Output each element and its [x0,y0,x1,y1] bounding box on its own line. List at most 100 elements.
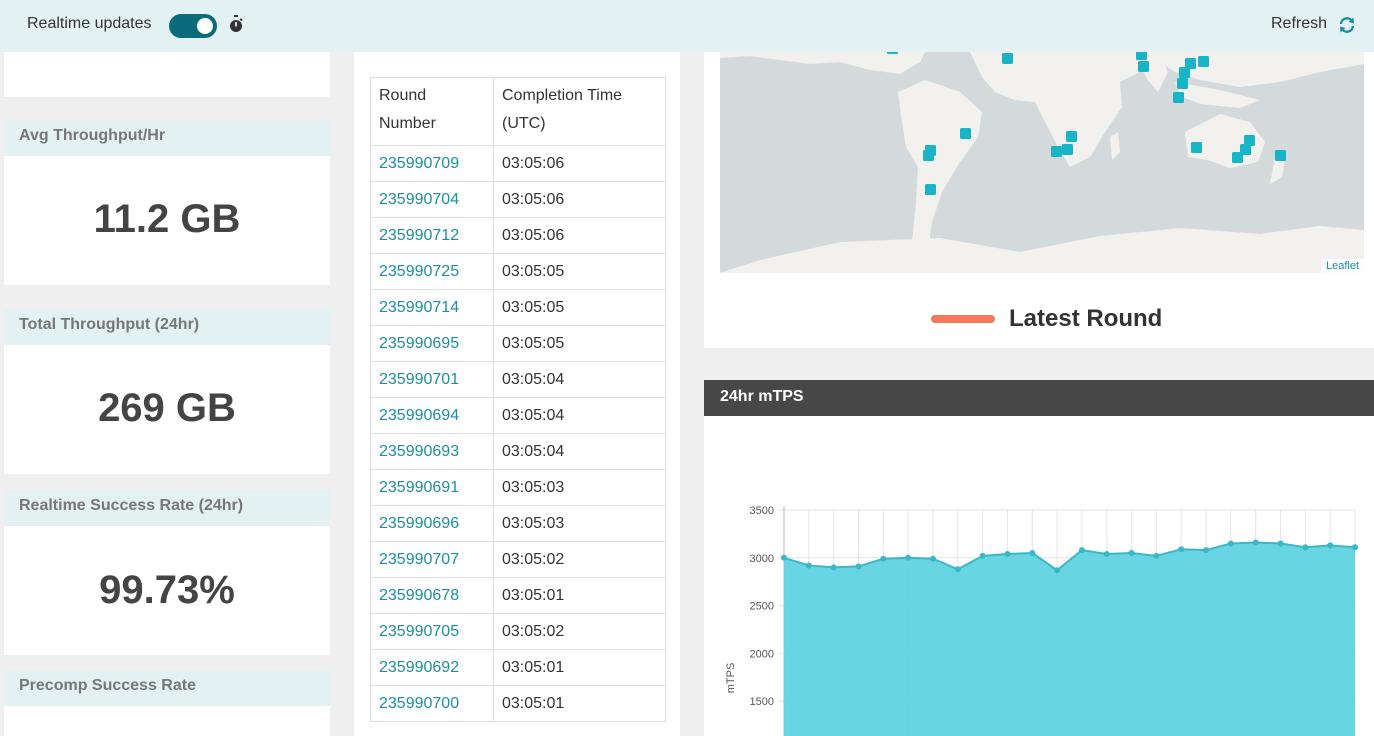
data-point[interactable] [830,564,837,571]
refresh-label[interactable]: Refresh [1271,15,1327,33]
data-point[interactable] [979,552,986,559]
data-point[interactable] [954,566,961,573]
table-row: 235990694 03:05:04 [370,397,666,434]
round-number-link[interactable]: 235990678 [370,577,494,614]
top-bar: Realtime updates Refresh [0,0,1374,52]
table-row: 235990725 03:05:05 [370,253,666,290]
data-point[interactable] [880,555,887,562]
chart-title: 24hr mTPS [704,380,1374,416]
data-point[interactable] [1352,544,1358,551]
precomp-success-card [4,706,330,736]
data-point[interactable] [1178,546,1185,553]
completion-time-cell: 03:05:01 [493,685,666,722]
data-point[interactable] [1302,544,1309,551]
table-row: 235990678 03:05:01 [370,577,666,614]
node-marker[interactable] [1191,142,1202,153]
node-marker[interactable] [923,150,934,161]
latest-round-legend-label: Latest Round [1009,305,1163,332]
round-number-link[interactable]: 235990704 [370,181,494,218]
refresh-icon[interactable] [1338,16,1356,34]
completion-time-cell: 03:05:01 [493,577,666,614]
table-row: 235990695 03:05:05 [370,325,666,362]
node-marker[interactable] [1177,78,1188,89]
node-marker[interactable] [1066,131,1077,142]
data-point[interactable] [1054,567,1061,574]
node-marker[interactable] [887,52,898,54]
data-point[interactable] [805,562,812,569]
data-point[interactable] [781,554,787,561]
data-point[interactable] [1103,550,1110,557]
round-number-link[interactable]: 235990700 [370,685,494,722]
round-number-link[interactable]: 235990701 [370,361,494,398]
table-row: 235990714 03:05:05 [370,289,666,326]
stat-card-top-remnant [4,52,330,97]
completion-time-cell: 03:05:03 [493,505,666,542]
round-number-link[interactable]: 235990714 [370,289,494,326]
node-marker[interactable] [1062,144,1073,155]
realtime-success-value: 99.73% [99,568,235,612]
data-point[interactable] [929,555,936,562]
leaflet-attribution[interactable]: Leaflet [1320,259,1364,273]
y-tick-label: 2500 [750,601,774,613]
node-marker[interactable] [1051,146,1062,157]
y-tick-label: 1500 [750,696,774,708]
data-point[interactable] [1128,550,1135,557]
data-point[interactable] [1153,552,1160,559]
node-marker[interactable] [1232,152,1243,163]
table-row: 235990696 03:05:03 [370,505,666,542]
round-number-link[interactable]: 235990695 [370,325,494,362]
data-point[interactable] [1227,540,1234,547]
stopwatch-icon [230,15,243,32]
round-number-link[interactable]: 235990725 [370,253,494,290]
node-marker[interactable] [1179,67,1190,78]
node-marker[interactable] [1173,92,1184,103]
precomp-success-title: Precomp Success Rate [4,670,330,706]
round-number-link[interactable]: 235990692 [370,649,494,686]
completion-time-cell: 03:05:06 [493,217,666,254]
node-marker[interactable] [960,128,971,139]
y-tick-label: 2000 [750,648,774,660]
round-number-link[interactable]: 235990694 [370,397,494,434]
completion-time-cell: 03:05:04 [493,397,666,434]
y-axis-label: mTPS [725,663,737,694]
y-tick-label: 3000 [750,553,774,565]
round-number-link[interactable]: 235990707 [370,541,494,578]
data-point[interactable] [1029,550,1036,557]
round-number-link[interactable]: 235990705 [370,613,494,650]
round-number-link[interactable]: 235990691 [370,469,494,506]
table-row: 235990704 03:05:06 [370,181,666,218]
world-map[interactable] [720,52,1364,273]
data-point[interactable] [1252,539,1259,546]
table-row: 235990707 03:05:02 [370,541,666,578]
completion-time-cell: 03:05:04 [493,433,666,470]
completion-time-cell: 03:05:02 [493,541,666,578]
round-number-link[interactable]: 235990693 [370,433,494,470]
node-marker[interactable] [1002,53,1013,64]
completion-time-cell: 03:05:04 [493,361,666,398]
node-marker[interactable] [1138,61,1149,72]
table-row: 235990692 03:05:01 [370,649,666,686]
completion-time-cell: 03:05:05 [493,325,666,362]
node-marker[interactable] [925,184,936,195]
round-number-link[interactable]: 235990709 [370,145,494,182]
data-point[interactable] [855,563,862,570]
completion-time-cell: 03:05:01 [493,649,666,686]
toggle-knob [197,18,213,34]
data-point[interactable] [1327,542,1334,549]
completion-time-cell: 03:05:02 [493,613,666,650]
data-point[interactable] [1078,547,1085,554]
data-point[interactable] [1277,540,1284,547]
round-number-link[interactable]: 235990712 [370,217,494,254]
rounds-table: Round Number Completion Time (UTC) 23599… [370,77,666,722]
node-marker[interactable] [1198,56,1209,67]
table-row: 235990712 03:05:06 [370,217,666,254]
node-marker[interactable] [1136,52,1147,60]
node-marker[interactable] [1275,150,1286,161]
data-point[interactable] [905,554,912,561]
data-point[interactable] [1004,550,1011,557]
completion-time-cell: 03:05:06 [493,181,666,218]
round-number-link[interactable]: 235990696 [370,505,494,542]
table-row: 235990693 03:05:04 [370,433,666,470]
data-point[interactable] [1203,547,1210,554]
realtime-updates-toggle[interactable] [169,14,217,38]
